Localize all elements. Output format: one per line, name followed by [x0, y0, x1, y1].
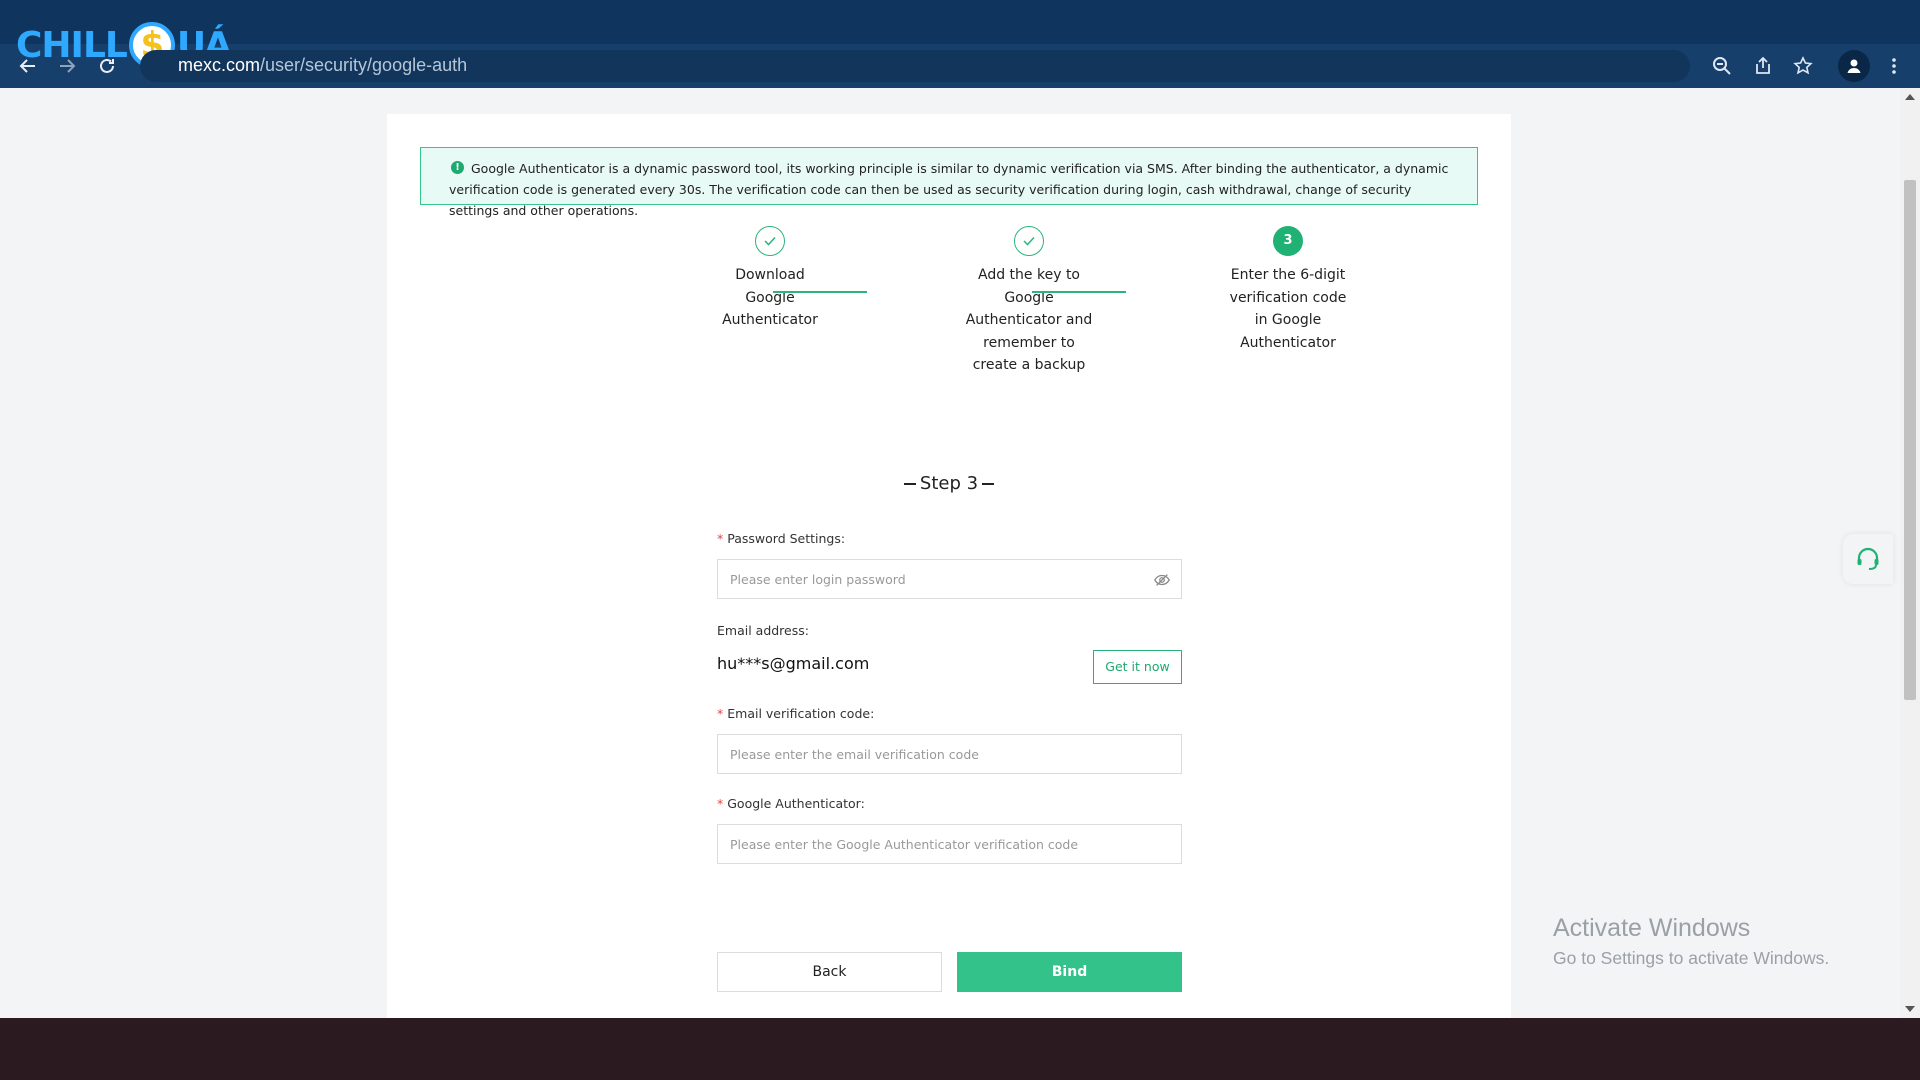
- email-code-input[interactable]: [718, 735, 1181, 773]
- activate-windows-title: Activate Windows: [1553, 914, 1751, 942]
- taskbar: [0, 1018, 1920, 1080]
- bind-button[interactable]: Bind: [957, 952, 1182, 992]
- step-label: Add the key to Google Authenticator and …: [965, 267, 1093, 373]
- google-auth-input[interactable]: [718, 825, 1181, 863]
- google-auth-label: * Google Authenticator:: [717, 796, 865, 811]
- url-host: mexc.com: [178, 55, 261, 75]
- profile-avatar-icon[interactable]: [1838, 50, 1870, 82]
- email-address-value: hu***s@gmail.com: [717, 654, 870, 673]
- browser-menu-icon[interactable]: [1882, 54, 1906, 78]
- reload-icon: [100, 58, 114, 73]
- get-code-button[interactable]: Get it now: [1093, 650, 1182, 684]
- eye-hidden-icon[interactable]: [1153, 571, 1171, 589]
- password-field[interactable]: [717, 559, 1182, 599]
- info-banner-text: Google Authenticator is a dynamic passwo…: [449, 161, 1449, 218]
- activate-windows-subtitle: Go to Settings to activate Windows.: [1553, 948, 1830, 968]
- scroll-up-arrow-icon[interactable]: [1905, 94, 1915, 100]
- password-input[interactable]: [718, 560, 1181, 598]
- password-label: * Password Settings:: [717, 531, 846, 546]
- scroll-down-arrow-icon[interactable]: [1905, 1006, 1915, 1012]
- page-scrollbar[interactable]: [1900, 88, 1920, 1018]
- step-label: Download Google Authenticator: [722, 267, 818, 328]
- arrow-left-icon: [19, 59, 35, 73]
- scrollbar-thumb[interactable]: [1904, 180, 1916, 700]
- zoom-out-icon[interactable]: [1710, 54, 1734, 78]
- bookmark-star-icon[interactable]: [1791, 54, 1815, 78]
- email-code-label: * Email verification code:: [717, 706, 875, 721]
- email-address-label: Email address:: [717, 623, 809, 638]
- info-banner: ! Google Authenticator is a dynamic pass…: [420, 147, 1478, 218]
- step-add-key: Add the key to Google Authenticator and …: [949, 226, 1109, 377]
- share-icon[interactable]: [1751, 54, 1775, 78]
- check-icon: [1014, 226, 1044, 256]
- google-auth-field[interactable]: [717, 824, 1182, 864]
- browser-back-button[interactable]: [14, 52, 42, 80]
- step-label: Enter the 6-digit verification code in G…: [1229, 267, 1347, 351]
- step-number-badge: 3: [1273, 226, 1303, 256]
- info-icon: !: [451, 161, 464, 174]
- browser-reload-button[interactable]: [93, 52, 121, 80]
- arrow-right-icon: [60, 59, 76, 73]
- support-button[interactable]: [1843, 534, 1893, 584]
- url-text[interactable]: mexc.com/user/security/google-auth: [178, 55, 467, 76]
- page-viewport: ! Google Authenticator is a dynamic pass…: [0, 88, 1900, 1018]
- step-connector: [1032, 291, 1126, 293]
- email-code-field[interactable]: [717, 734, 1182, 774]
- check-icon: [755, 226, 785, 256]
- step-heading: Step 3: [387, 473, 1511, 494]
- step-connector: [773, 291, 867, 293]
- headset-icon: [1857, 547, 1879, 570]
- browser-forward-button[interactable]: [53, 52, 81, 80]
- step-heading-text: Step 3: [919, 473, 979, 494]
- step-download-app: Download Google Authenticator: [690, 226, 850, 332]
- back-button[interactable]: Back: [717, 952, 942, 992]
- google-auth-card: ! Google Authenticator is a dynamic pass…: [387, 114, 1511, 1018]
- url-path: /user/security/google-auth: [260, 55, 468, 75]
- step-enter-code: 3 Enter the 6-digit verification code in…: [1208, 226, 1368, 354]
